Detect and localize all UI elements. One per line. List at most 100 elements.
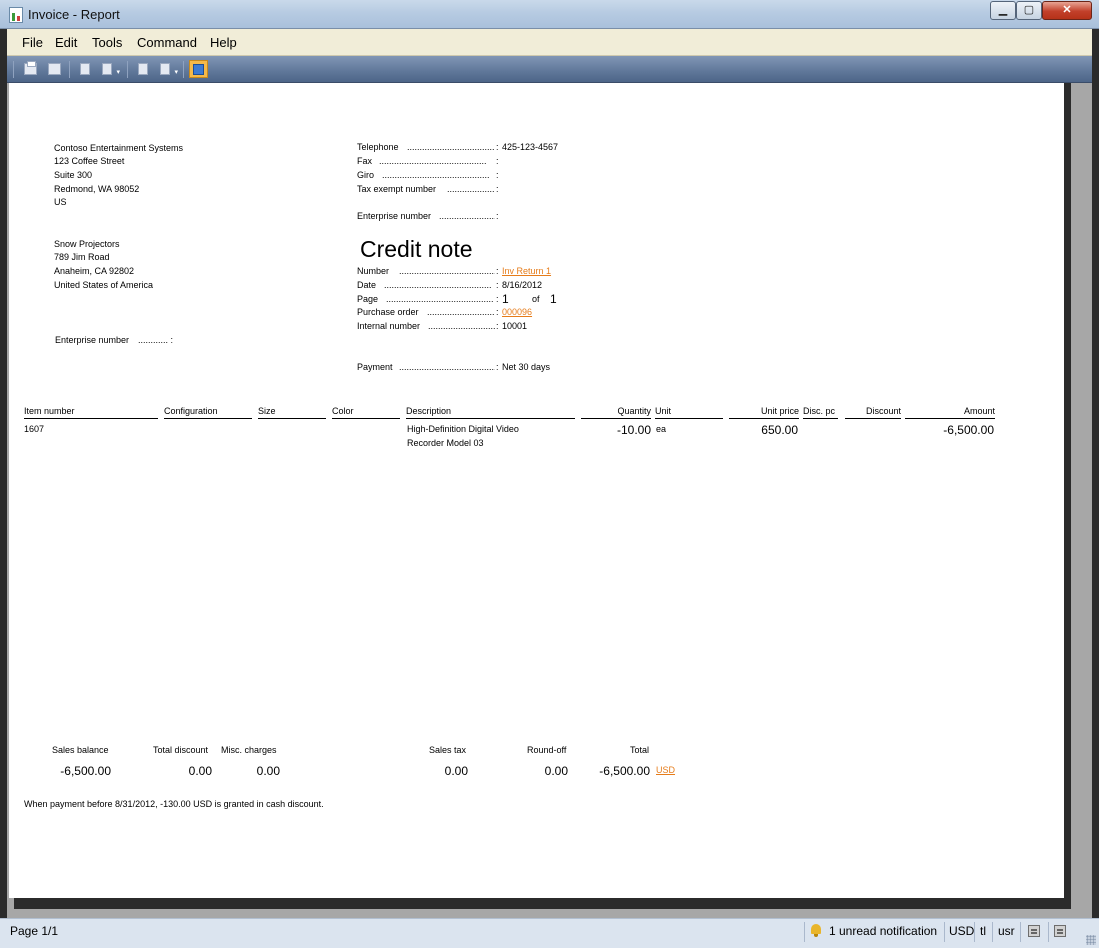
print-icon (24, 61, 37, 75)
col-header-color: Color (332, 406, 400, 419)
leader-colon: : (496, 266, 499, 276)
col-header-disc-pct: Disc. pc (803, 406, 838, 419)
status-separator (1020, 922, 1021, 942)
layer-icon[interactable] (1054, 925, 1066, 937)
giro-leader: ........................................… (382, 170, 490, 180)
telephone-leader: ........................................… (407, 142, 495, 152)
resize-grip-icon[interactable] (1086, 935, 1096, 945)
menu-tools[interactable]: Tools (92, 35, 122, 50)
enterprise-leader: ........................................… (439, 211, 495, 221)
telephone-label: Telephone (357, 142, 399, 152)
next-page-icon (138, 63, 148, 75)
quantity-cell: -10.00 (616, 423, 651, 437)
window-title: Invoice - Report (28, 7, 120, 22)
leader-colon: : (496, 294, 499, 304)
previous-page-icon (102, 63, 112, 75)
number-label: Number (357, 266, 390, 276)
purchase-order-link[interactable]: 000096 (502, 307, 532, 317)
print-button[interactable] (21, 60, 40, 78)
col-header-amount: Amount (905, 406, 995, 419)
status-separator (1048, 922, 1049, 942)
status-bar: Page 1/1 1 unread notification USD tl us… (0, 918, 1099, 948)
leader-colon: : (496, 184, 499, 194)
toolbar-separator (127, 61, 128, 78)
tax-exempt-leader: ........................................… (447, 184, 495, 194)
menu-help[interactable]: Help (210, 35, 237, 50)
first-page-button[interactable] (77, 60, 96, 78)
minimize-button[interactable]: ▁ (990, 1, 1016, 20)
print-preview-button[interactable] (45, 60, 64, 78)
col-header-discount: Discount (845, 406, 901, 419)
status-separator (804, 922, 805, 942)
amount-cell: -6,500.00 (943, 423, 994, 437)
description-cell-line-2: Recorder Model 03 (407, 438, 484, 448)
page-leader: ........................................… (386, 294, 494, 304)
leader-colon: : (496, 280, 499, 290)
sales-tax-value: 0.00 (444, 764, 468, 778)
payment-value: Net 30 days (502, 362, 551, 372)
round-off-value: 0.00 (544, 764, 568, 778)
last-page-button[interactable]: ▾ (157, 60, 178, 78)
total-discount-value: 0.00 (188, 764, 212, 778)
sales-tax-label: Sales tax (429, 745, 467, 755)
status-separator (992, 922, 993, 942)
document-title: Credit note (360, 236, 473, 262)
enterprise-label: Enterprise number (357, 211, 432, 221)
menu-command[interactable]: Command (137, 35, 197, 50)
report-view-button[interactable] (189, 60, 208, 78)
notification-status[interactable]: 1 unread notification (829, 924, 937, 938)
col-header-size: Size (258, 406, 326, 419)
tax-exempt-label: Tax exempt number (357, 184, 437, 194)
unit-cell: ea (656, 424, 667, 434)
menu-edit[interactable]: Edit (55, 35, 77, 50)
date-value: 8/16/2012 (502, 280, 543, 290)
leader-colon: : (496, 156, 499, 166)
number-link[interactable]: Inv Return 1 (502, 266, 551, 276)
company-street: 123 Coffee Street (54, 156, 125, 166)
title-bar: Invoice - Report ▁ ▢ ✕ (0, 0, 1099, 29)
customer-country: United States of America (54, 280, 154, 290)
leader-colon: : (496, 142, 499, 152)
leader-colon: : (496, 307, 499, 317)
leader-colon: : (496, 321, 499, 331)
next-page-button[interactable] (135, 60, 154, 78)
first-page-icon (80, 63, 90, 75)
date-label: Date (357, 280, 377, 290)
leader-colon: : (496, 170, 499, 180)
company-name: Contoso Entertainment Systems (54, 143, 184, 153)
total-value: -6,500.00 (599, 764, 650, 778)
customer-enterprise-label: Enterprise number (55, 335, 130, 345)
menu-file[interactable]: File (22, 35, 43, 50)
cash-discount-note: When payment before 8/31/2012, -130.00 U… (24, 799, 324, 809)
last-page-icon (160, 63, 170, 75)
user-status[interactable]: usr (998, 924, 1015, 938)
currency-link[interactable]: USD (656, 765, 675, 775)
number-leader: ........................................… (399, 266, 495, 276)
fax-leader: ........................................… (379, 156, 487, 166)
leader-colon: : (496, 362, 499, 372)
customer-enterprise-leader: ............ : (138, 335, 174, 345)
company-status[interactable]: tl (980, 924, 986, 938)
database-icon[interactable] (1028, 925, 1040, 937)
misc-charges-label: Misc. charges (221, 745, 277, 755)
company-city: Redmond, WA 98052 (54, 184, 140, 194)
description-cell: High-Definition Digital Video (407, 424, 519, 434)
unit-price-cell: 650.00 (761, 423, 798, 437)
previous-page-button[interactable]: ▾ (99, 60, 120, 78)
bell-icon[interactable] (809, 923, 823, 938)
page-of-label: of (532, 294, 540, 304)
item-number-cell: 1607 (24, 424, 45, 434)
col-header-configuration: Configuration (164, 406, 252, 419)
purchase-order-leader: ........................................… (427, 307, 495, 317)
telephone-value: 425-123-4567 (502, 142, 559, 152)
payment-label: Payment (357, 362, 393, 372)
toolbar: ▾ ▾ (7, 56, 1092, 83)
misc-charges-value: 0.00 (256, 764, 280, 778)
close-button[interactable]: ✕ (1042, 1, 1092, 20)
maximize-button[interactable]: ▢ (1016, 1, 1042, 20)
currency-status[interactable]: USD (949, 924, 974, 938)
fax-label: Fax (357, 156, 373, 166)
page-indicator: Page 1/1 (10, 924, 59, 938)
customer-city: Anaheim, CA 92802 (54, 266, 135, 276)
status-separator (974, 922, 975, 942)
